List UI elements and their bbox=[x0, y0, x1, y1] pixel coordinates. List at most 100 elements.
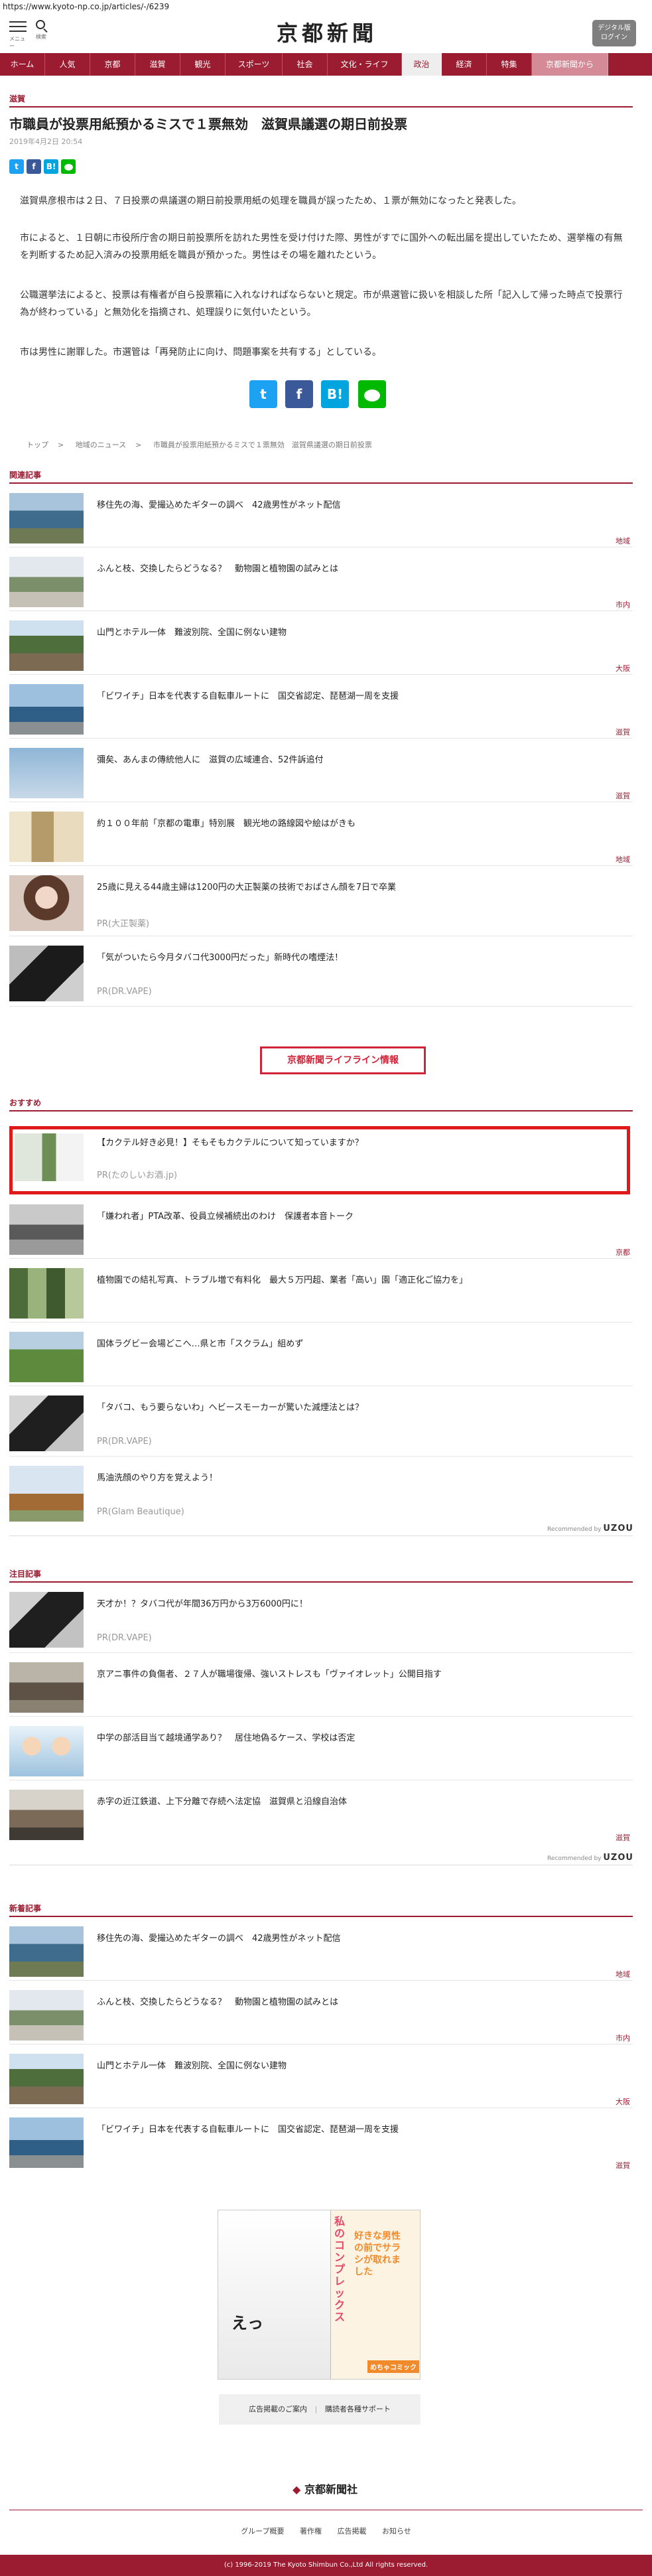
item-category: 京都 bbox=[616, 1248, 630, 1257]
list-item[interactable]: 中学の部活目当て越境通学あり？ 居住地偽るケース、学校は否定 bbox=[9, 1722, 633, 1780]
footer-link[interactable]: 広告掲載 bbox=[338, 2527, 367, 2536]
nav-item-culture[interactable]: 文化・ライフ bbox=[328, 53, 402, 76]
list-item[interactable]: 彌矣、あんまの傳統他人に 滋賀の広域連合、52件訴追付 滋賀 bbox=[9, 744, 633, 802]
nav-item-economy[interactable]: 経済 bbox=[442, 53, 487, 76]
item-title: 馬油洗顔のやり方を覚えよう！ bbox=[97, 1473, 218, 1483]
advertisement-banner[interactable]: えっ 私のコンプレックス 好きな男性の前でサラシが取れました めちゃコミック bbox=[218, 2210, 421, 2380]
nav-item-special[interactable]: 特集 bbox=[487, 53, 532, 76]
list-item[interactable]: 植物園での結礼写真、トラブル増で有料化 最大５万円超、業者「高い」園「適正化ご協… bbox=[9, 1264, 633, 1323]
subscriber-support-link[interactable]: 購読者各種サポート bbox=[325, 2405, 391, 2413]
thumbnail bbox=[9, 875, 84, 931]
search-icon[interactable]: 検索 bbox=[36, 20, 49, 40]
hatena-share-button-large[interactable]: B! bbox=[321, 380, 349, 408]
nav-item-popular[interactable]: 人気 bbox=[45, 53, 90, 76]
item-title: 「ビワイチ」日本を代表する自転車ルートに 国交省認定、琵琶湖一周を支援 bbox=[97, 2125, 399, 2135]
list-item[interactable]: 【カクテル好き必見！】そもそもカクテルについて知っていますか？ PR(たのしいお… bbox=[9, 1129, 633, 1192]
list-item[interactable]: 山門とホテル一体 難波別院、全国に例ない建物 大阪 bbox=[9, 616, 633, 675]
nav-item-from-kyoto-np[interactable]: 京都新聞から bbox=[532, 53, 608, 76]
item-category: 市内 bbox=[616, 601, 630, 609]
footer-link[interactable]: お知らせ bbox=[382, 2527, 411, 2536]
breadcrumb-item[interactable]: トップ bbox=[27, 441, 48, 449]
related-heading: 関連記事 bbox=[9, 470, 42, 480]
list-item[interactable]: 馬油洗顔のやり方を覚えよう！ PR(Glam Beautique) bbox=[9, 1462, 633, 1527]
digital-login-button[interactable]: デジタル版 ログイン bbox=[592, 20, 636, 46]
list-item[interactable]: 山門とホテル一体 難波別院、全国に例ない建物 大阪 bbox=[9, 2050, 633, 2108]
breadcrumb-item[interactable]: 地域のニュース bbox=[76, 441, 126, 449]
thumbnail bbox=[15, 1133, 84, 1181]
latest-divider bbox=[9, 1916, 633, 1917]
line-icon bbox=[364, 389, 380, 401]
latest-heading: 新着記事 bbox=[9, 1904, 42, 1913]
list-item[interactable]: 赤字の近江鉄道、上下分離で存続へ法定協 滋賀県と沿線自治体 滋賀 bbox=[9, 1786, 633, 1844]
item-title: 山門とホテル一体 難波別院、全国に例ない建物 bbox=[97, 2061, 287, 2071]
nav-item-society[interactable]: 社会 bbox=[283, 53, 328, 76]
item-title: 「気がついたら今月タバコ代3000円だった」新時代の嗜煙法！ bbox=[97, 953, 344, 963]
item-sponsor: PR(たのしいお酒.jp) bbox=[97, 1171, 178, 1181]
list-item[interactable]: 移住先の海、愛撮込めたギターの調べ 42歳男性がネット配信 地域 bbox=[9, 489, 633, 547]
item-title: ふんと枝、交換したらどうなる？ 動物園と植物園の試みとは bbox=[97, 564, 339, 574]
list-item[interactable]: 「嫌われ者」PTA改革、役員立候補続出のわけ 保護者本音トーク 京都 bbox=[9, 1200, 633, 1259]
list-item[interactable]: 約１００年前「京都の電車」特別展 観光地の路線図や絵はがきも 地域 bbox=[9, 808, 633, 866]
recommended-heading: おすすめ bbox=[9, 1098, 42, 1108]
hatena-share-button[interactable]: B! bbox=[44, 159, 58, 174]
ad-guide-link[interactable]: 広告掲載のご案内 bbox=[249, 2405, 307, 2413]
list-item[interactable]: 「ビワイチ」日本を代表する自転車ルートに 国交省認定、琵琶湖一周を支援 滋賀 bbox=[9, 680, 633, 739]
list-item[interactable]: ふんと枝、交換したらどうなる？ 動物園と植物園の試みとは 市内 bbox=[9, 1986, 633, 2044]
nav-item-kyoto[interactable]: 京都 bbox=[90, 53, 135, 76]
nav-item-home[interactable]: ホーム bbox=[0, 53, 45, 76]
list-item[interactable]: 天才か！？タバコ代が年間36万円から3万6000円に！ PR(DR.VAPE) bbox=[9, 1588, 633, 1653]
item-category: 市内 bbox=[616, 2034, 630, 2042]
item-sponsor: PR(DR.VAPE) bbox=[97, 1633, 152, 1643]
site-logo[interactable]: 京都新聞 bbox=[264, 20, 390, 46]
thumbnail bbox=[9, 1204, 84, 1255]
nav-item-kanko[interactable]: 観光 bbox=[180, 53, 226, 76]
item-category: 滋賀 bbox=[616, 728, 630, 737]
list-item[interactable]: ふんと枝、交換したらどうなる？ 動物園と植物園の試みとは 市内 bbox=[9, 553, 633, 611]
list-item[interactable]: 「気がついたら今月タバコ代3000円だった」新時代の嗜煙法！ PR(DR.VAP… bbox=[9, 942, 633, 1007]
ad-badge: めちゃコミック bbox=[367, 2360, 419, 2373]
item-category: 地域 bbox=[616, 537, 630, 545]
line-share-button-large[interactable] bbox=[358, 380, 386, 408]
featured-divider bbox=[9, 1581, 633, 1583]
list-item[interactable]: 京アニ事件の負傷者、２７人が職場復帰、強いストレスも「ヴァイオレット」公開目指す bbox=[9, 1658, 633, 1717]
thumbnail bbox=[9, 946, 84, 1001]
recommended-by: Recommended by UZOU bbox=[547, 1853, 633, 1863]
item-title: 国体ラグビー会場どこへ…県と市「スクラム」組めず bbox=[97, 1339, 304, 1349]
item-sponsor: PR(Glam Beautique) bbox=[97, 1507, 184, 1517]
footer-link[interactable]: グループ概要 bbox=[241, 2527, 284, 2536]
list-item[interactable]: 「ビワイチ」日本を代表する自転車ルートに 国交省認定、琵琶湖一周を支援 滋賀 bbox=[9, 2113, 633, 2172]
list-item[interactable]: 国体ラグビー会場どこへ…県と市「スクラム」組めず bbox=[9, 1328, 633, 1386]
address-bar[interactable]: https://www.kyoto-np.co.jp/articles/-/62… bbox=[0, 0, 652, 15]
twitter-share-button[interactable]: t bbox=[9, 159, 24, 174]
nav-item-sports[interactable]: スポーツ bbox=[226, 53, 283, 76]
facebook-icon: f bbox=[296, 386, 302, 402]
list-item[interactable]: 移住先の海、愛撮込めたギターの調べ 42歳男性がネット配信 地域 bbox=[9, 1922, 633, 1981]
ad-subtext: 好きな男性の前でサラシが取れました bbox=[354, 2231, 401, 2277]
item-title: ふんと枝、交換したらどうなる？ 動物園と植物園の試みとは bbox=[97, 1997, 339, 2007]
line-share-button[interactable] bbox=[61, 159, 76, 174]
menu-label: メニュー bbox=[9, 36, 25, 49]
item-title: 植物園での結礼写真、トラブル増で有料化 最大５万円超、業者「高い」園「適正化ご協… bbox=[97, 1275, 468, 1285]
facebook-share-button[interactable]: f bbox=[27, 159, 41, 174]
article-date: 2019年4月2日 20:54 bbox=[9, 137, 83, 146]
list-item[interactable]: 25歳に見える44歳主婦は1200円の大正製薬の技術でおばさん顔を7日で卒業 P… bbox=[9, 871, 633, 936]
footer-links: グループ概要 著作権 広告掲載 お知らせ bbox=[0, 2526, 652, 2536]
twitter-icon: t bbox=[260, 386, 267, 402]
related-divider bbox=[9, 482, 633, 484]
article-paragraph: 公職選挙法によると、投票は有権者が自ら投票箱に入れなければならないと規定。市が県… bbox=[20, 290, 623, 318]
lifeline-info-button[interactable]: 京都新聞ライフライン情報 bbox=[260, 1046, 426, 1074]
footer-logo[interactable]: ◆ 京都新聞社 bbox=[279, 2480, 371, 2499]
list-item[interactable]: 「タバコ、もう要らないわ」ヘビースモーカーが驚いた減煙法とは？ PR(DR.VA… bbox=[9, 1392, 633, 1457]
menu-icon[interactable]: メニュー bbox=[9, 21, 27, 49]
item-title: 25歳に見える44歳主婦は1200円の大正製薬の技術でおばさん顔を7日で卒業 bbox=[97, 883, 397, 893]
item-title: 移住先の海、愛撮込めたギターの調べ 42歳男性がネット配信 bbox=[97, 1934, 341, 1944]
featured-heading: 注目記事 bbox=[9, 1569, 42, 1579]
nav-item-shiga[interactable]: 滋賀 bbox=[135, 53, 180, 76]
twitter-share-button-large[interactable]: t bbox=[249, 380, 277, 408]
nav-item-politics[interactable]: 政治 bbox=[402, 53, 442, 76]
item-category: 滋賀 bbox=[616, 792, 630, 800]
twitter-icon: t bbox=[15, 162, 19, 171]
footer-link[interactable]: 著作権 bbox=[300, 2527, 322, 2536]
facebook-share-button-large[interactable]: f bbox=[285, 380, 313, 408]
hatena-icon: B! bbox=[326, 386, 344, 402]
